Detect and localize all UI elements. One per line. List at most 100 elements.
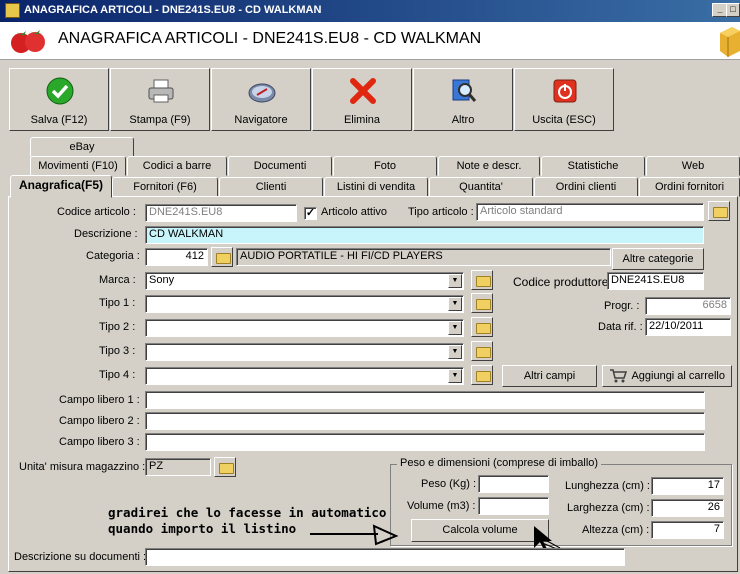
- tipo3-folder-icon[interactable]: [471, 341, 493, 361]
- lunghezza-field[interactable]: 17: [651, 477, 724, 495]
- codice-produttore-field[interactable]: DNE241S.EU8: [607, 272, 704, 290]
- calcola-volume-button[interactable]: Calcola volume: [411, 519, 549, 542]
- peso-dimensioni-title: Peso e dimensioni (comprese di imballo): [397, 457, 602, 469]
- tipo-articolo-label: Tipo articolo :: [408, 206, 474, 218]
- delete-button[interactable]: Elimina: [312, 68, 412, 131]
- marca-value: Sony: [149, 274, 175, 286]
- tab-statistiche[interactable]: Statistiche: [541, 156, 645, 176]
- delete-label: Elimina: [343, 114, 381, 126]
- delete-x-icon: [350, 78, 376, 104]
- toolbar: Salva (F12) Stampa (F9) Navigatore Elimi…: [9, 68, 733, 132]
- print-button[interactable]: Stampa (F9): [110, 68, 210, 131]
- cart-icon: [610, 369, 627, 383]
- data-rif-field[interactable]: 22/10/2011: [645, 318, 731, 336]
- tipo-articolo-folder-icon[interactable]: [708, 201, 730, 221]
- page-header: ANAGRAFICA ARTICOLI - DNE241S.EU8 - CD W…: [0, 22, 740, 60]
- compass-icon: [248, 83, 276, 103]
- unita-misura-label: Unita' misura magazzino :: [19, 461, 146, 473]
- data-rif-label: Data rif. :: [598, 321, 643, 333]
- tipo4-select[interactable]: ▼: [145, 367, 464, 385]
- app-icon: [5, 3, 20, 18]
- volume-field[interactable]: [478, 497, 549, 515]
- tab-note-descr[interactable]: Note e descr.: [438, 156, 540, 176]
- other-label: Altro: [451, 114, 475, 126]
- marca-select[interactable]: Sony ▼: [145, 272, 464, 290]
- marca-folder-icon[interactable]: [471, 270, 493, 290]
- articolo-attivo-checkbox[interactable]: ✓: [304, 207, 317, 220]
- altezza-field[interactable]: 7: [651, 521, 724, 539]
- tab-listini-vendita[interactable]: Listini di vendita: [324, 177, 428, 197]
- altri-campi-button[interactable]: Altri campi: [502, 365, 597, 387]
- campo-libero-3-field[interactable]: [145, 433, 705, 451]
- altre-categorie-button[interactable]: Altre categorie: [612, 248, 704, 270]
- categoria-folder-icon[interactable]: [211, 247, 233, 267]
- other-button[interactable]: Altro: [413, 68, 513, 131]
- tipo3-label: Tipo 3 :: [99, 345, 136, 357]
- tipo-articolo-field[interactable]: Articolo standard: [476, 203, 704, 221]
- tab-web[interactable]: Web: [646, 156, 740, 176]
- tab-movimenti[interactable]: Movimenti (F10): [30, 156, 126, 176]
- altezza-label: Altezza (cm) :: [582, 524, 650, 536]
- articolo-attivo-label: Articolo attivo: [321, 206, 388, 218]
- chevron-down-icon[interactable]: ▼: [448, 369, 462, 383]
- annotation-line-1: gradirei che lo facesse in automatico: [108, 505, 387, 520]
- codice-produttore-label: Codice produttore :: [513, 275, 616, 289]
- codice-articolo-field[interactable]: DNE241S.EU8: [145, 204, 297, 222]
- tab-ordini-fornitori[interactable]: Ordini fornitori: [639, 177, 740, 197]
- tab-quantita[interactable]: Quantita': [429, 177, 533, 197]
- tipo1-folder-icon[interactable]: [471, 293, 493, 313]
- printer-icon: [148, 79, 174, 103]
- checkmark-icon: [46, 77, 74, 105]
- maximize-button[interactable]: □: [726, 3, 740, 17]
- lunghezza-label: Lunghezza (cm) :: [565, 480, 650, 492]
- save-label: Salva (F12): [30, 114, 88, 126]
- campo-libero-2-field[interactable]: [145, 412, 705, 430]
- chevron-down-icon[interactable]: ▼: [448, 274, 462, 288]
- tipo2-folder-icon[interactable]: [471, 317, 493, 337]
- unita-misura-field[interactable]: PZ: [145, 458, 211, 476]
- descrizione-documenti-label: Descrizione su documenti :: [14, 551, 147, 563]
- tipo1-label: Tipo 1 :: [99, 297, 136, 309]
- categoria-code-field[interactable]: 412: [145, 248, 208, 266]
- navigator-button[interactable]: Navigatore: [211, 68, 311, 131]
- tipo4-label: Tipo 4 :: [99, 369, 136, 381]
- power-icon: [553, 79, 577, 103]
- chevron-down-icon[interactable]: ▼: [448, 345, 462, 359]
- tab-fornitori[interactable]: Fornitori (F6): [112, 177, 218, 197]
- tab-foto[interactable]: Foto: [333, 156, 437, 176]
- tipo2-select[interactable]: ▼: [145, 319, 464, 337]
- chevron-down-icon[interactable]: ▼: [448, 297, 462, 311]
- tipo2-label: Tipo 2 :: [99, 321, 136, 333]
- chevron-down-icon[interactable]: ▼: [448, 321, 462, 335]
- navigator-label: Navigatore: [234, 114, 288, 126]
- tipo1-select[interactable]: ▼: [145, 295, 464, 313]
- campo-libero-2-label: Campo libero 2 :: [59, 415, 140, 427]
- aggiungi-carrello-button[interactable]: Aggiungi al carrello: [602, 365, 732, 387]
- exit-button[interactable]: Uscita (ESC): [514, 68, 614, 131]
- tipo4-folder-icon[interactable]: [471, 365, 493, 385]
- tab-ebay[interactable]: eBay: [30, 137, 134, 157]
- volume-label: Volume (m3) :: [407, 500, 476, 512]
- window-titlebar[interactable]: ANAGRAFICA ARTICOLI - DNE241S.EU8 - CD W…: [0, 0, 740, 22]
- tipo3-select[interactable]: ▼: [145, 343, 464, 361]
- categoria-label: Categoria :: [86, 250, 140, 262]
- unita-misura-folder-icon[interactable]: [214, 457, 236, 477]
- descrizione-documenti-field[interactable]: [145, 548, 625, 566]
- tab-ordini-clienti[interactable]: Ordini clienti: [534, 177, 638, 197]
- peso-label: Peso (Kg) :: [421, 478, 477, 490]
- larghezza-label: Larghezza (cm) :: [567, 502, 650, 514]
- larghezza-field[interactable]: 26: [651, 499, 724, 517]
- tab-clienti[interactable]: Clienti: [219, 177, 323, 197]
- codice-articolo-label: Codice articolo :: [57, 206, 136, 218]
- exit-label: Uscita (ESC): [532, 114, 596, 126]
- peso-field[interactable]: [478, 475, 549, 493]
- progr-label: Progr. :: [604, 300, 640, 312]
- descrizione-field[interactable]: CD WALKMAN: [145, 226, 704, 244]
- tab-codici-barre[interactable]: Codici a barre: [127, 156, 227, 176]
- campo-libero-1-field[interactable]: [145, 391, 705, 409]
- tab-anagrafica[interactable]: Anagrafica(F5): [10, 175, 112, 198]
- save-button[interactable]: Salva (F12): [9, 68, 109, 131]
- print-label: Stampa (F9): [129, 114, 191, 126]
- tab-documenti[interactable]: Documenti: [228, 156, 332, 176]
- progr-field: 6658: [645, 297, 731, 315]
